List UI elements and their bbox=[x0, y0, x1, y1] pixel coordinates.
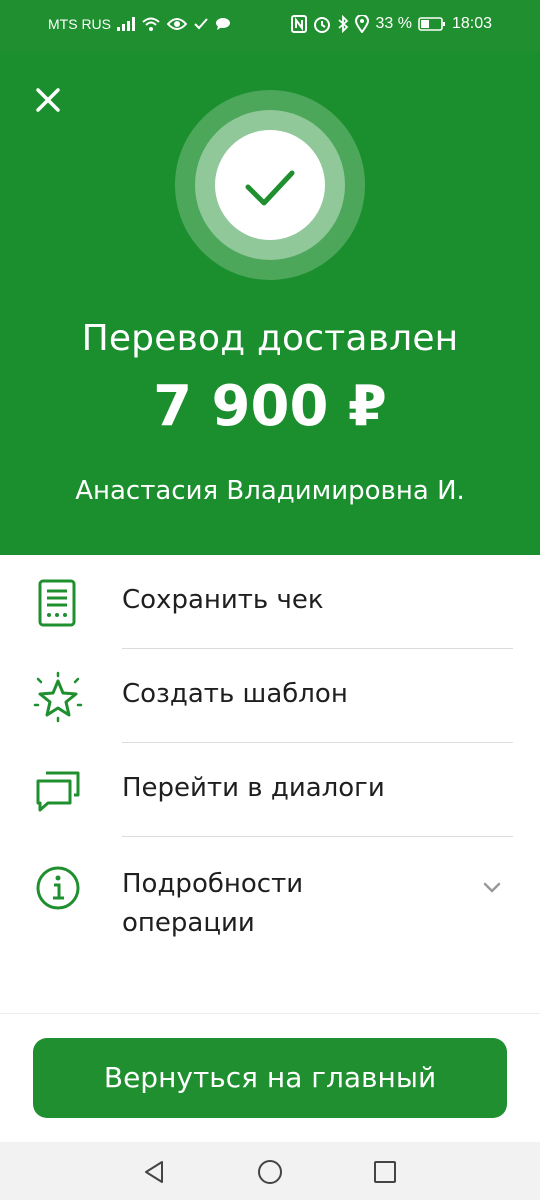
operation-details-toggle[interactable]: Подробности операции bbox=[122, 865, 442, 943]
back-icon[interactable] bbox=[140, 1157, 170, 1187]
success-header: Перевод доставлен 7 900 ₽ Анастасия Влад… bbox=[0, 52, 540, 555]
carrier-label: MTS RUS bbox=[48, 16, 111, 32]
status-bar: MTS RUS 33 % 18:03 bbox=[0, 0, 540, 52]
battery-icon bbox=[418, 17, 445, 31]
divider bbox=[122, 836, 513, 837]
home-icon[interactable] bbox=[255, 1157, 285, 1187]
nfc-icon bbox=[291, 15, 308, 33]
system-navigation-bar bbox=[0, 1142, 540, 1200]
clock: 18:03 bbox=[451, 15, 492, 32]
eye-icon bbox=[167, 18, 187, 30]
checkmark-icon bbox=[245, 170, 295, 206]
bottom-separator bbox=[0, 1013, 540, 1014]
info-icon bbox=[36, 866, 80, 910]
transfer-amount: 7 900 ₽ bbox=[153, 374, 387, 439]
go-to-dialogs-label: Перейти в диалоги bbox=[122, 773, 385, 803]
check-icon bbox=[194, 18, 208, 30]
status-right: 33 % 18:03 bbox=[291, 15, 492, 33]
wifi-icon bbox=[142, 17, 160, 31]
chat-icon bbox=[36, 771, 80, 812]
signal-icon bbox=[117, 17, 135, 31]
status-title: Перевод доставлен bbox=[81, 318, 459, 359]
battery-percent: 33 % bbox=[375, 15, 412, 32]
create-template-action[interactable]: Создать шаблон bbox=[0, 649, 540, 743]
recents-icon[interactable] bbox=[370, 1157, 400, 1187]
receipt-icon bbox=[38, 579, 76, 627]
go-to-dialogs-action[interactable]: Перейти в диалоги bbox=[0, 743, 540, 837]
return-home-button[interactable]: Вернуться на главный bbox=[33, 1038, 507, 1118]
create-template-label: Создать шаблон bbox=[122, 679, 348, 709]
recipient-name: Анастасия Владимировна И. bbox=[75, 476, 465, 506]
save-receipt-label: Сохранить чек bbox=[122, 585, 324, 615]
chat-bubble-icon bbox=[216, 18, 230, 30]
status-left: MTS RUS bbox=[48, 16, 231, 32]
alarm-icon bbox=[314, 17, 331, 33]
close-icon[interactable] bbox=[30, 82, 66, 118]
action-list: Сохранить чек Создать шаблон Перейти в д… bbox=[0, 555, 540, 837]
location-icon bbox=[355, 15, 370, 33]
save-receipt-action[interactable]: Сохранить чек bbox=[0, 555, 540, 649]
star-icon bbox=[33, 671, 83, 723]
bluetooth-icon bbox=[338, 15, 349, 33]
chevron-down-icon[interactable] bbox=[480, 875, 504, 899]
